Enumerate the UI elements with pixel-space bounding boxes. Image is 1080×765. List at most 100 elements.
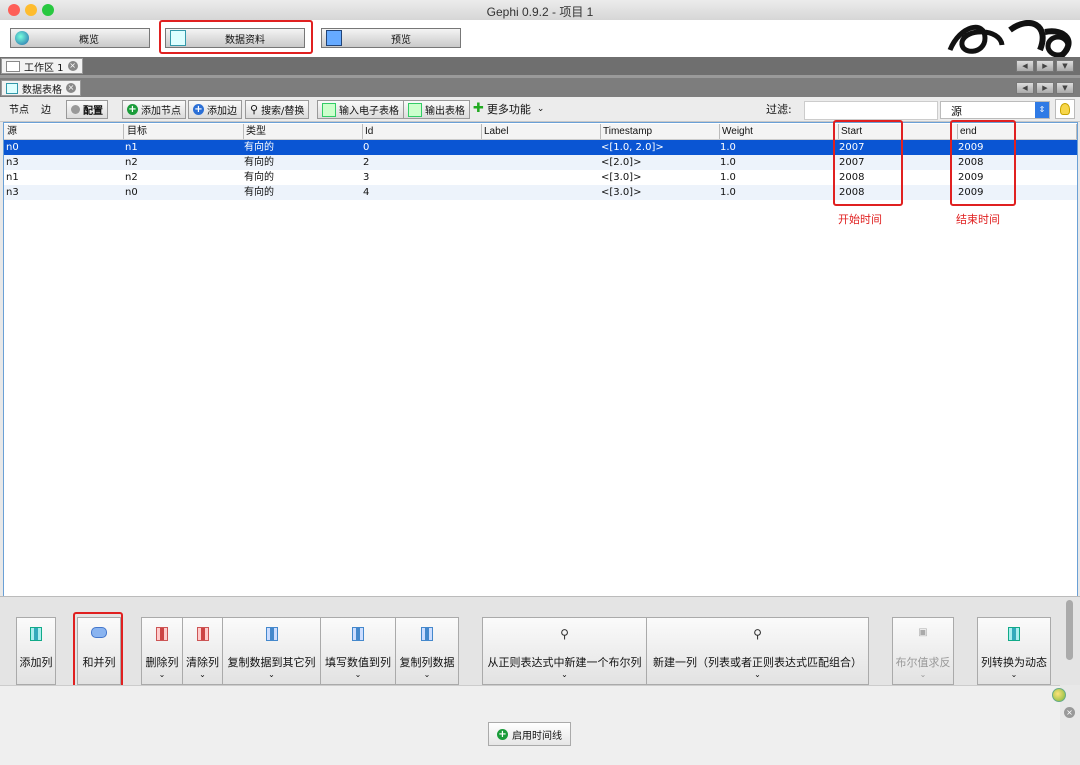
- puzzle-icon: ✚: [473, 101, 484, 116]
- arrow-right-icon[interactable]: ▶: [1036, 82, 1054, 94]
- gephi-logo: [940, 20, 1080, 57]
- binoculars-icon: ⚲: [560, 627, 569, 641]
- filter-input[interactable]: [804, 101, 938, 120]
- chevron-down-icon: ⌄: [423, 670, 431, 679]
- column-header[interactable]: Label: [481, 124, 601, 139]
- table-row[interactable]: n3 n2 有向的 2 <[2.0]> 1.0 2007 2008: [4, 155, 1077, 170]
- workspace-tab[interactable]: 工作区 1 ×: [1, 58, 83, 74]
- bool-icon: ▣: [918, 627, 928, 638]
- add-node-button[interactable]: + 添加节点: [122, 100, 186, 119]
- close-icon[interactable]: ×: [66, 83, 76, 93]
- bottom-scrollbar[interactable]: [1063, 598, 1077, 682]
- column-icon: [421, 627, 433, 641]
- monitor-icon: [326, 30, 342, 46]
- column-header[interactable]: Id: [362, 124, 482, 139]
- preview-button[interactable]: 预览: [321, 28, 461, 48]
- spreadsheet-icon: [322, 102, 336, 117]
- table-row[interactable]: n1 n2 有向的 3 <[3.0]> 1.0 2008 2009: [4, 170, 1077, 185]
- convert-dynamic-button[interactable]: 列转换为动态 ⌄: [977, 617, 1051, 685]
- column-header[interactable]: Timestamp: [600, 124, 720, 139]
- delete-column-button[interactable]: 删除列 ⌄: [141, 617, 183, 685]
- column-header[interactable]: 目标: [124, 124, 244, 139]
- document-icon: [6, 60, 20, 72]
- copy-column-data-button[interactable]: 复制列数据 ⌄: [395, 617, 459, 685]
- chevron-down-icon[interactable]: ▼: [1056, 82, 1074, 94]
- plus-icon: +: [127, 104, 138, 115]
- chevron-down-icon[interactable]: ▼: [1056, 60, 1074, 72]
- plus-icon: +: [193, 104, 204, 115]
- table-row[interactable]: n3 n0 有向的 4 <[3.0]> 1.0 2008 2009: [4, 185, 1077, 200]
- chevron-updown-icon: ⇕: [1035, 102, 1049, 118]
- close-icon[interactable]: ×: [67, 61, 78, 71]
- column-icon: [30, 627, 42, 641]
- table-icon: [6, 82, 18, 94]
- arrow-left-icon[interactable]: ◀: [1016, 60, 1034, 72]
- tab-scroll-arrows[interactable]: ◀ ▶ ▼: [1016, 60, 1074, 72]
- chevron-down-icon: ⌄: [268, 670, 275, 679]
- column-clear-icon: [196, 627, 209, 641]
- clear-column-button[interactable]: 清除列 ⌄: [182, 617, 223, 685]
- annotation-end: 结束时间: [956, 213, 1000, 226]
- tab-scroll-arrows[interactable]: ◀ ▶ ▼: [1016, 82, 1074, 94]
- lightbulb-icon[interactable]: [1055, 99, 1075, 119]
- highlight-box-start: [833, 120, 903, 206]
- top-navigation: 概览 数据资料 预览: [0, 20, 1080, 57]
- column-icon: [1008, 627, 1020, 641]
- column-icon: [265, 627, 278, 641]
- enable-timeline-button[interactable]: + 启用时间线: [488, 722, 571, 746]
- import-spreadsheet-button[interactable]: 输入电子表格: [317, 100, 404, 119]
- chevron-down-icon: ⌄: [561, 670, 568, 679]
- highlight-box-merge: [73, 612, 123, 688]
- column-delete-icon: [156, 627, 168, 641]
- more-actions-button[interactable]: ✚ 更多功能 ⌄: [473, 100, 544, 117]
- arrow-right-icon[interactable]: ▶: [1036, 60, 1054, 72]
- chevron-down-icon: ⌄: [919, 670, 927, 679]
- datatable-strip: 数据表格 × ◀ ▶ ▼: [0, 78, 1080, 97]
- gear-icon: [71, 105, 80, 114]
- config-button[interactable]: 配置: [66, 100, 108, 119]
- column-header[interactable]: 类型: [243, 124, 363, 139]
- chevron-down-icon: ⌄: [1010, 670, 1018, 679]
- timeline-panel: + 启用时间线: [0, 685, 1060, 765]
- highlight-box: [159, 20, 313, 54]
- spreadsheet-icon: [408, 102, 422, 117]
- column-header[interactable]: Weight: [719, 124, 839, 139]
- add-column-button[interactable]: 添加列: [16, 617, 56, 685]
- chevron-down-icon: ⌄: [754, 670, 761, 679]
- column-select[interactable]: 源 ⇕: [940, 101, 1050, 119]
- chevron-down-icon: ⌄: [354, 670, 362, 679]
- column-actions-bar: 添加列 和并列 删除列 ⌄ 清除列 ⌄ 复制数据到其它列 ⌄ 填写数值到列 ⌄ …: [0, 596, 1080, 688]
- fill-values-button[interactable]: 填写数值到列 ⌄: [320, 617, 396, 685]
- table-row[interactable]: n0 n1 有向的 0 <[1.0, 2.0]> 1.0 2007 2009: [4, 140, 1077, 155]
- globe-icon: [15, 31, 29, 45]
- nodes-toggle[interactable]: 节点: [9, 100, 29, 117]
- new-column-regex-button[interactable]: ⚲ 新建一列（列表或者正则表达式匹配组合） ⌄: [646, 617, 869, 685]
- overview-button[interactable]: 概览: [10, 28, 150, 48]
- column-header[interactable]: 源: [4, 124, 124, 139]
- copy-data-to-other-button[interactable]: 复制数据到其它列 ⌄: [222, 617, 321, 685]
- annotation-start: 开始时间: [838, 213, 882, 226]
- arrow-left-icon[interactable]: ◀: [1016, 82, 1034, 94]
- scrollbar-thumb[interactable]: [1066, 600, 1073, 660]
- binoculars-icon: ⚲: [753, 627, 762, 641]
- bool-negate-button[interactable]: ▣ 布尔值求反 ⌄: [892, 617, 954, 685]
- regex-bool-column-button[interactable]: ⚲ 从正则表达式中新建一个布尔列 ⌄: [482, 617, 647, 685]
- column-icon: [352, 627, 364, 641]
- window-title: Gephi 0.9.2 - 项目 1: [486, 5, 594, 19]
- binoculars-icon: ⚲: [250, 103, 259, 116]
- export-table-button[interactable]: 输出表格: [403, 100, 470, 119]
- add-edge-button[interactable]: + 添加边: [188, 100, 242, 119]
- title-bar: Gephi 0.9.2 - 项目 1: [0, 0, 1080, 21]
- datatable-tab[interactable]: 数据表格 ×: [1, 80, 81, 96]
- chevron-down-icon: ⌄: [158, 670, 166, 679]
- close-icon[interactable]: ×: [1064, 707, 1075, 718]
- search-replace-button[interactable]: ⚲ 搜索/替换: [245, 100, 310, 119]
- highlight-box-end: [950, 120, 1016, 206]
- edges-toggle[interactable]: 边: [41, 100, 51, 117]
- data-table[interactable]: 源 目标 类型 Id Label Timestamp Weight Start …: [3, 120, 1078, 597]
- plus-icon: +: [497, 728, 508, 740]
- filter-label: 过滤:: [766, 102, 792, 116]
- table-header: 源 目标 类型 Id Label Timestamp Weight Start …: [4, 124, 1077, 140]
- chevron-down-icon: ⌄: [199, 670, 206, 679]
- status-indicator-icon[interactable]: [1052, 688, 1066, 702]
